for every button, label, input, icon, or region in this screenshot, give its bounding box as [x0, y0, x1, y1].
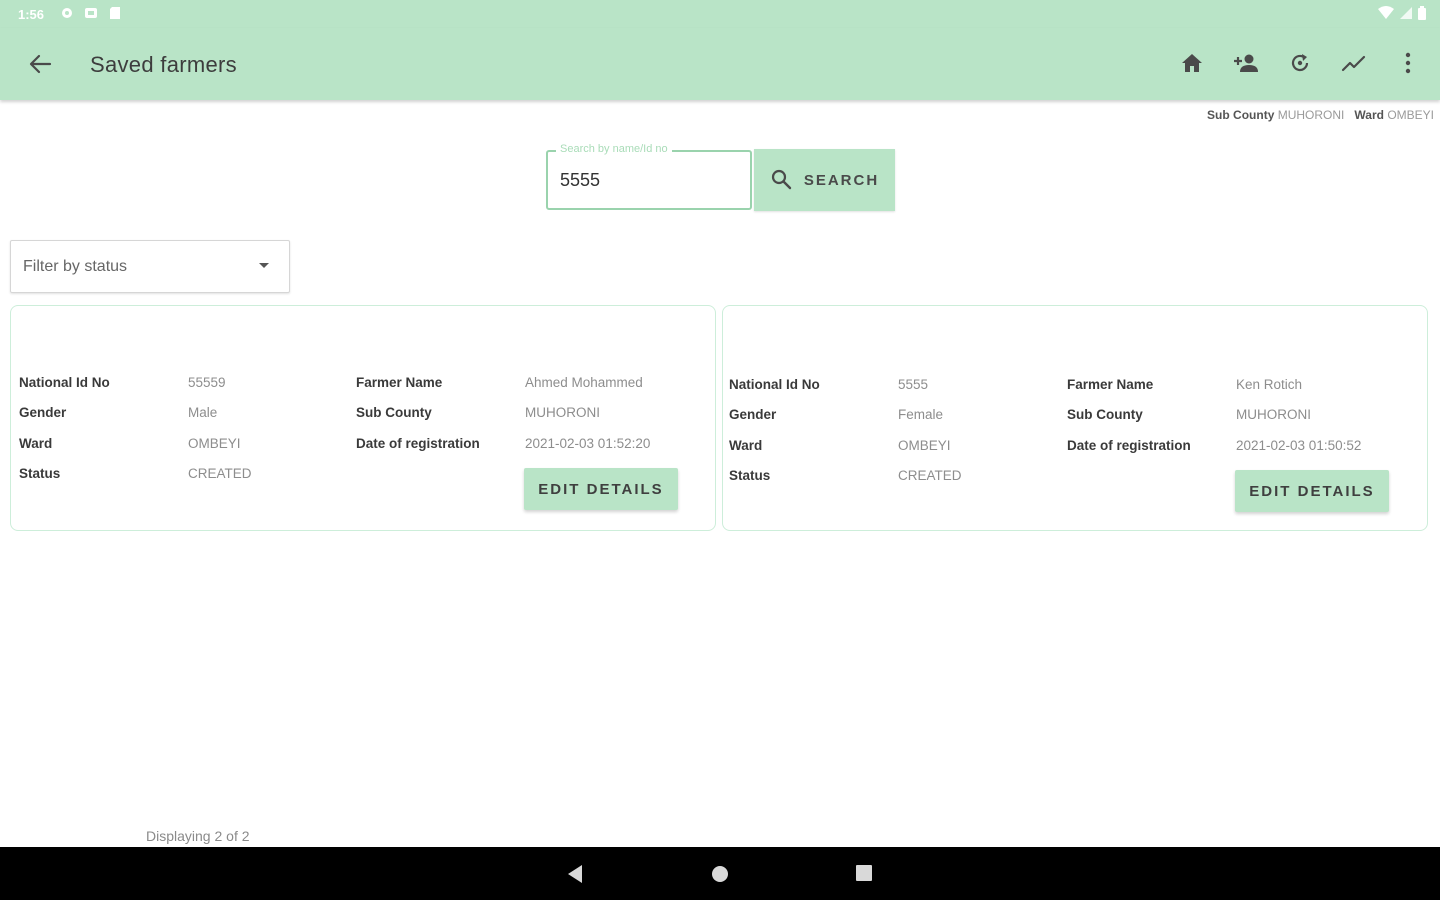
settings-gear-icon — [60, 6, 74, 20]
app-bar: Saved farmers — [0, 28, 1440, 100]
national-id-label: National Id No — [19, 375, 110, 390]
farmer-card: National Id No 55559 Gender Male Ward OM… — [10, 305, 716, 531]
status-bar: 1:56 — [0, 0, 1440, 28]
more-vert-icon[interactable] — [1394, 48, 1422, 78]
search-floating-label: Search by name/Id no — [556, 143, 672, 155]
signal-icon — [1400, 6, 1412, 23]
gender-value: Male — [188, 405, 218, 420]
nav-recents-icon[interactable] — [855, 864, 873, 887]
ward-label: Ward — [19, 436, 53, 451]
ward-label: Ward — [1354, 108, 1384, 122]
search-icon — [770, 168, 792, 193]
farmer-name-value: Ahmed Mohammed — [525, 375, 643, 390]
dropdown-caret-icon — [259, 263, 269, 268]
results-count: Displaying 2 of 2 — [146, 828, 250, 844]
date-registration-label: Date of registration — [356, 436, 480, 451]
gender-value: Female — [898, 407, 944, 422]
status-label: Status — [729, 468, 771, 483]
national-id-value: 5555 — [898, 377, 929, 392]
refresh-icon[interactable] — [1286, 48, 1314, 78]
farmer-name-value: Ken Rotich — [1236, 377, 1303, 392]
date-registration-value: 2021-02-03 01:52:20 — [525, 436, 651, 451]
nav-back-icon[interactable] — [566, 864, 584, 889]
search-field[interactable]: Search by name/Id no — [546, 143, 752, 210]
sub-county-label: Sub County — [1067, 407, 1143, 422]
status-filter-dropdown[interactable]: Filter by status — [10, 240, 290, 293]
location-info: Sub County MUHORONI Ward OMBEYI — [1207, 108, 1434, 122]
add-person-icon[interactable] — [1232, 48, 1260, 78]
sd-card-icon — [108, 6, 122, 20]
search-button-label: SEARCH — [803, 171, 880, 189]
status-label: Status — [19, 466, 61, 481]
edit-details-button[interactable]: EDIT DETAILS — [524, 468, 678, 510]
ward-value: OMBEYI — [188, 436, 241, 451]
nav-home-icon[interactable] — [710, 864, 730, 889]
wifi-icon — [1378, 6, 1394, 23]
ward-label: Ward — [729, 438, 763, 453]
sub-county-value: MUHORONI — [1236, 407, 1311, 422]
ward-value: OMBEYI — [898, 438, 951, 453]
status-value: CREATED — [898, 468, 962, 483]
national-id-label: National Id No — [729, 377, 820, 392]
filter-placeholder: Filter by status — [23, 258, 128, 275]
screen-record-icon — [84, 6, 98, 20]
sub-county-value: MUHORONI — [525, 405, 600, 420]
ward-value: OMBEYI — [1387, 108, 1434, 122]
date-registration-value: 2021-02-03 01:50:52 — [1236, 438, 1362, 453]
search-button[interactable]: SEARCH — [754, 149, 895, 211]
national-id-value: 55559 — [188, 375, 226, 390]
status-time: 1:56 — [18, 7, 45, 22]
gender-label: Gender — [19, 405, 67, 420]
gender-label: Gender — [729, 407, 777, 422]
page-title: Saved farmers — [90, 52, 237, 77]
search-input[interactable] — [560, 170, 740, 191]
farmer-name-label: Farmer Name — [1067, 377, 1154, 392]
status-value: CREATED — [188, 466, 252, 481]
date-registration-label: Date of registration — [1067, 438, 1191, 453]
edit-details-button[interactable]: EDIT DETAILS — [1235, 470, 1389, 512]
sub-county-label: Sub County — [356, 405, 432, 420]
farmer-name-label: Farmer Name — [356, 375, 443, 390]
back-arrow-icon[interactable] — [24, 50, 56, 78]
sub-county-value: MUHORONI — [1277, 108, 1345, 122]
system-nav-bar — [0, 847, 1440, 900]
sub-county-label: Sub County — [1207, 108, 1275, 122]
home-icon[interactable] — [1178, 48, 1206, 78]
battery-icon — [1418, 6, 1426, 23]
farmer-card: National Id No 5555 Gender Female Ward O… — [722, 305, 1428, 531]
trending-icon[interactable] — [1340, 48, 1368, 78]
